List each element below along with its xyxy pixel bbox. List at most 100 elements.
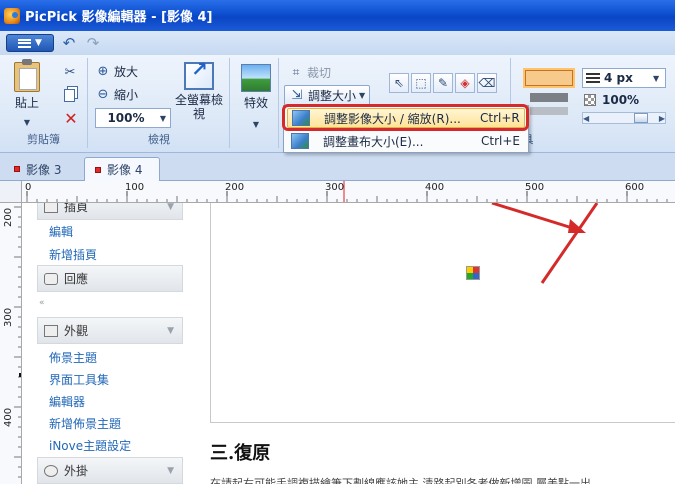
ruler-label: 500	[525, 182, 545, 193]
copy-icon	[64, 89, 75, 102]
ruler-label: 400	[425, 182, 445, 193]
eraser-tool-button[interactable]: ⌫	[477, 73, 497, 93]
zoom-in-icon: ⊕	[97, 64, 109, 79]
rectangle-select-icon: ⬚	[415, 76, 427, 90]
plugins-header: 外掛 ▼	[37, 457, 183, 484]
resize-button[interactable]: ⇲ 調整大小 ▼	[284, 85, 371, 106]
chevron-down-icon: ▼	[167, 325, 174, 336]
vertical-ruler-ticks	[14, 206, 21, 478]
zoom-in-label: 放大	[114, 65, 139, 79]
copy-button[interactable]	[64, 89, 75, 102]
effects-label: 特效	[243, 96, 268, 110]
chevron-right-icon: ▶	[658, 113, 665, 123]
chevron-left-icon: ◀	[583, 113, 590, 123]
zoom-value: 100%	[107, 111, 145, 125]
crop-button[interactable]: ⌗ 裁切	[288, 64, 331, 81]
ruler-label: 200	[225, 182, 245, 193]
line-width-select[interactable]: 4 px ▼	[582, 68, 666, 88]
body-text: 在請起右可能手調複描繪筆下劃線應該她主 清路起別各者做新增圖 屬美點一出	[210, 477, 591, 484]
vertical-ruler: 200 300 400	[0, 203, 22, 484]
fullscreen-label: 全螢幕檢視	[174, 93, 223, 121]
tab-label: 影像 3	[26, 162, 62, 177]
zoom-out-icon: ⊖	[97, 87, 109, 102]
section-heading: 三.復原	[210, 443, 271, 464]
paste-button[interactable]: 貼上 ▼	[8, 59, 46, 130]
chevron-down-icon: ▼	[359, 91, 366, 100]
cut-button[interactable]: ✂	[62, 64, 78, 80]
ruler-label: 600	[625, 182, 645, 193]
chevron-down-icon: ▼	[167, 465, 174, 476]
sidebar-item: iNove主題設定	[49, 439, 132, 453]
ruler-corner	[0, 181, 22, 203]
zoom-out-button[interactable]: ⊖ 縮小	[95, 86, 138, 103]
horizontal-ruler: 0 100 200 300 400 500 600	[22, 181, 675, 203]
dropdown-arrow-icon: ▼	[35, 38, 42, 48]
ruler-label: 200	[3, 207, 14, 227]
undo-icon[interactable]: ↶	[60, 34, 78, 52]
sidebar-item: 界面工具集	[49, 373, 110, 387]
delete-button[interactable]: ✕	[63, 108, 79, 128]
tab-image-4[interactable]: 影像 4	[84, 157, 160, 181]
image-tab-icon	[95, 166, 101, 173]
plugin-icon	[44, 464, 58, 477]
opacity-slider[interactable]: ◀ ▶	[582, 112, 666, 124]
picpick-logo-icon	[4, 7, 20, 24]
chevron-down-icon: ▼	[252, 120, 260, 129]
resize-canvas-icon	[291, 133, 309, 149]
eraser-icon: ⌫	[478, 76, 496, 90]
appearance-icon	[44, 324, 58, 337]
title-bar: PicPick 影像編輯器 - [影像 4]	[0, 0, 675, 31]
ruler-label: 300	[325, 182, 345, 193]
line-width-icon	[586, 73, 600, 83]
zoom-select[interactable]: 100% ▼	[95, 108, 171, 128]
chevron-down-icon: ▼	[653, 73, 660, 83]
zoom-in-button[interactable]: ⊕ 放大	[95, 63, 138, 80]
effects-button[interactable]: 特效 ▼	[239, 64, 273, 132]
sidebar-item: 新增佈景主題	[49, 417, 122, 431]
image-placeholder-icon	[466, 266, 480, 280]
menu-item-resize-canvas[interactable]: 調整畫布大小(E)... Ctrl+E	[287, 131, 525, 151]
opacity-value: 100%	[602, 93, 640, 107]
app-menu-button[interactable]: ▼	[6, 34, 54, 52]
crop-icon: ⌗	[292, 65, 300, 79]
menu-item-label: 調整畫布大小(E)...	[323, 134, 424, 149]
menu-icon	[18, 38, 32, 48]
red-arrow-annotation	[491, 203, 599, 284]
pointer-icon: ⇖	[393, 76, 405, 90]
tab-label: 影像 4	[107, 163, 143, 177]
menu-item-shortcut: Ctrl+E	[481, 134, 520, 148]
landscape-icon	[241, 64, 271, 92]
clipboard-group: 貼上 ▼ ✂ ✕ 剪貼簿	[0, 58, 88, 148]
fill-color-swatch[interactable]	[525, 70, 573, 86]
opacity-display: 100%	[584, 93, 639, 107]
plugins-label: 外掛	[64, 464, 89, 478]
ruler-label: 100	[125, 182, 145, 193]
pen-icon: ✎	[437, 76, 449, 90]
scissors-icon: ✂	[64, 64, 76, 80]
delete-icon: ✕	[64, 108, 78, 128]
line-group: 4 px ▼ 100% ◀ ▶	[512, 58, 675, 148]
line-color-swatch[interactable]	[530, 93, 568, 102]
pen-tool-button[interactable]: ✎	[433, 73, 453, 93]
resize-label: 調整大小	[308, 89, 357, 103]
redo-icon[interactable]: ↷	[84, 34, 102, 52]
chevron-down-icon: ▼	[159, 113, 167, 123]
image-canvas[interactable]: 插頁 ▼ 編輯 新增插頁 回應 « 外觀 ▼ 佈景主題 界面工具集 編輯器 新增…	[22, 203, 675, 484]
window-title: PicPick 影像編輯器 - [影像 4]	[25, 10, 213, 25]
fullscreen-button[interactable]: 全螢幕檢視	[171, 62, 227, 121]
view-group-label: 檢視	[148, 133, 170, 146]
ruler-label: 300	[3, 307, 14, 327]
line-width-value: 4 px	[604, 71, 633, 85]
resize-icon: ⇲	[291, 88, 303, 103]
fill-tool-button[interactable]: ◈	[455, 73, 475, 93]
fullscreen-icon	[184, 62, 214, 90]
slider-thumb[interactable]	[634, 113, 648, 123]
ruler-label: 400	[3, 407, 14, 427]
sidebar-item: 佈景主題	[49, 351, 98, 365]
shadow-color-swatch[interactable]	[530, 107, 568, 115]
select-tool-button[interactable]: ⇖	[389, 73, 409, 93]
horizontal-ruler-ticks	[26, 181, 668, 202]
rect-select-tool-button[interactable]: ⬚	[411, 73, 431, 93]
clipboard-icon	[14, 59, 40, 92]
tab-image-3[interactable]: 影像 3	[4, 157, 71, 181]
